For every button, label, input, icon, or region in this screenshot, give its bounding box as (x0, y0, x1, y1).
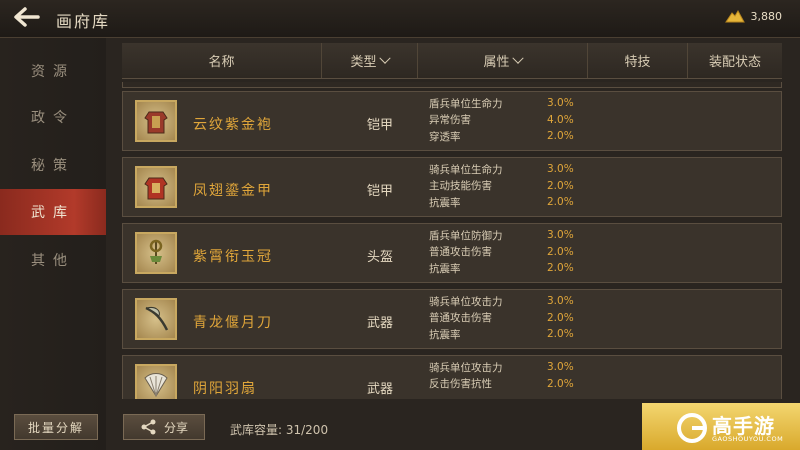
chevron-down-icon (378, 52, 391, 64)
item-type: 武器 (366, 316, 393, 331)
batch-dismantle-button[interactable]: 批量分解 (14, 414, 98, 440)
item-name: 凤翅鎏金甲 (193, 183, 273, 199)
column-type-sort[interactable]: 类型 (322, 43, 418, 78)
table-row[interactable]: 阴阳羽扇 武器 骑兵单位攻击力 3.0% 反击伤害抗性 2.0% (122, 355, 782, 399)
column-skill-label: 特技 (624, 55, 651, 70)
attr-name: 普通攻击伤害 (429, 312, 492, 325)
sidebar-item-label: 资源 (31, 64, 75, 80)
sidebar-item-resources[interactable]: 资源 (0, 48, 106, 94)
attr-value: 2.0% (547, 311, 574, 324)
table-header: 名称 类型 属性 特技 装配状态 (122, 43, 782, 79)
table-row[interactable]: 云纹紫金袍 铠甲 盾兵单位生命力 3.0% 异常伤害 4.0% 穿透率 2.0% (122, 91, 782, 151)
share-button[interactable]: 分享 (123, 414, 205, 440)
crown-icon (135, 232, 177, 274)
back-button[interactable] (10, 4, 44, 32)
item-attributes: 骑兵单位生命力 3.0% 主动技能伤害 2.0% 抗震率 2.0% (429, 161, 589, 211)
attr-name: 抗震率 (429, 196, 461, 209)
column-attr-label: 属性 (483, 55, 510, 70)
page-title: 画府库 (56, 12, 111, 31)
attr-value: 3.0% (547, 97, 574, 110)
attr-value: 4.0% (547, 113, 574, 126)
gold-pile-icon (724, 9, 745, 23)
attr-value: 2.0% (547, 377, 574, 390)
table-row[interactable]: 青龙偃月刀 武器 骑兵单位攻击力 3.0% 普通攻击伤害 2.0% 抗震率 2.0% (122, 289, 782, 349)
blade-icon (135, 298, 177, 340)
item-type: 铠甲 (366, 184, 393, 199)
item-name: 紫霄衔玉冠 (193, 249, 273, 265)
sidebar-item-label: 其他 (31, 253, 75, 269)
attr-value: 2.0% (547, 328, 574, 341)
item-type: 头盔 (366, 250, 393, 265)
attr-value: 2.0% (547, 245, 574, 258)
column-name-label: 名称 (208, 55, 235, 70)
attr-name: 抗震率 (429, 262, 461, 275)
item-attributes: 盾兵单位防御力 3.0% 普通攻击伤害 2.0% 抗震率 2.0% (429, 227, 589, 277)
sidebar: 资源 政令 秘策 武库 其他 (0, 38, 106, 450)
attr-name: 穿透率 (429, 130, 461, 143)
armor-icon (135, 166, 177, 208)
top-bar: 画府库 3,880 (0, 0, 800, 38)
attr-name: 主动技能伤害 (429, 180, 492, 193)
attr-name: 抗震率 (429, 328, 461, 341)
sidebar-item-decrees[interactable]: 政令 (0, 94, 106, 140)
item-type: 武器 (366, 382, 393, 397)
currency-display: 3,880 (724, 9, 783, 23)
sidebar-item-label: 武库 (31, 205, 75, 221)
attr-value: 2.0% (547, 196, 574, 209)
attr-value: 3.0% (547, 163, 574, 176)
column-attr-sort[interactable]: 属性 (418, 43, 588, 78)
item-attributes: 盾兵单位生命力 3.0% 异常伤害 4.0% 穿透率 2.0% (429, 95, 589, 145)
currency-value: 3,880 (750, 9, 783, 23)
sidebar-item-label: 政令 (31, 110, 75, 126)
share-label: 分享 (163, 420, 188, 435)
attr-name: 盾兵单位生命力 (429, 97, 503, 110)
sidebar-item-strategies[interactable]: 秘策 (0, 142, 106, 188)
column-name: 名称 (122, 43, 322, 78)
table-row[interactable]: 凤翅鎏金甲 铠甲 骑兵单位生命力 3.0% 主动技能伤害 2.0% 抗震率 2.0% (122, 157, 782, 217)
attr-value: 3.0% (547, 361, 574, 374)
attr-value: 2.0% (547, 130, 574, 143)
item-type: 铠甲 (366, 118, 393, 133)
attr-value: 3.0% (547, 295, 574, 308)
armor-icon (135, 100, 177, 142)
attr-value: 2.0% (547, 262, 574, 275)
attr-name: 盾兵单位防御力 (429, 229, 503, 242)
armory-panel: 名称 类型 属性 特技 装配状态 云纹紫金袍 铠甲 盾兵单位生命力 3.0% 异常… (122, 38, 782, 408)
attr-name: 骑兵单位攻击力 (429, 361, 503, 374)
attr-value: 2.0% (547, 179, 574, 192)
column-status-label: 装配状态 (708, 55, 761, 70)
column-status: 装配状态 (688, 43, 782, 78)
armory-capacity: 武库容量: 31/200 (230, 423, 329, 437)
item-list[interactable]: 云纹紫金袍 铠甲 盾兵单位生命力 3.0% 异常伤害 4.0% 穿透率 2.0% 凤翅… (122, 91, 782, 399)
column-skill: 特技 (588, 43, 688, 78)
divider (122, 82, 782, 88)
item-attributes: 骑兵单位攻击力 3.0% 反击伤害抗性 2.0% (429, 359, 589, 392)
fan-icon (135, 364, 177, 399)
column-type-label: 类型 (350, 55, 377, 70)
sidebar-item-label: 秘策 (31, 158, 75, 174)
attr-name: 骑兵单位攻击力 (429, 295, 503, 308)
attr-name: 反击伤害抗性 (429, 378, 492, 391)
back-arrow-icon (14, 7, 40, 27)
watermark-logo-icon (677, 413, 707, 443)
sidebar-item-other[interactable]: 其他 (0, 237, 106, 283)
attr-value: 3.0% (547, 229, 574, 242)
watermark-sub: GAOSHOUYOU.COM (712, 435, 784, 443)
attr-name: 普通攻击伤害 (429, 246, 492, 259)
item-attributes: 骑兵单位攻击力 3.0% 普通攻击伤害 2.0% 抗震率 2.0% (429, 293, 589, 343)
chevron-down-icon (511, 52, 524, 64)
watermark: 高手游 GAOSHOUYOU.COM (676, 408, 800, 448)
item-name: 青龙偃月刀 (193, 315, 273, 331)
item-name: 云纹紫金袍 (193, 117, 273, 133)
table-row[interactable]: 紫霄衔玉冠 头盔 盾兵单位防御力 3.0% 普通攻击伤害 2.0% 抗震率 2.0% (122, 223, 782, 283)
share-icon (141, 419, 156, 435)
attr-name: 异常伤害 (429, 114, 471, 127)
attr-name: 骑兵单位生命力 (429, 163, 503, 176)
sidebar-item-armory[interactable]: 武库 (0, 189, 106, 235)
item-name: 阴阳羽扇 (193, 381, 257, 397)
